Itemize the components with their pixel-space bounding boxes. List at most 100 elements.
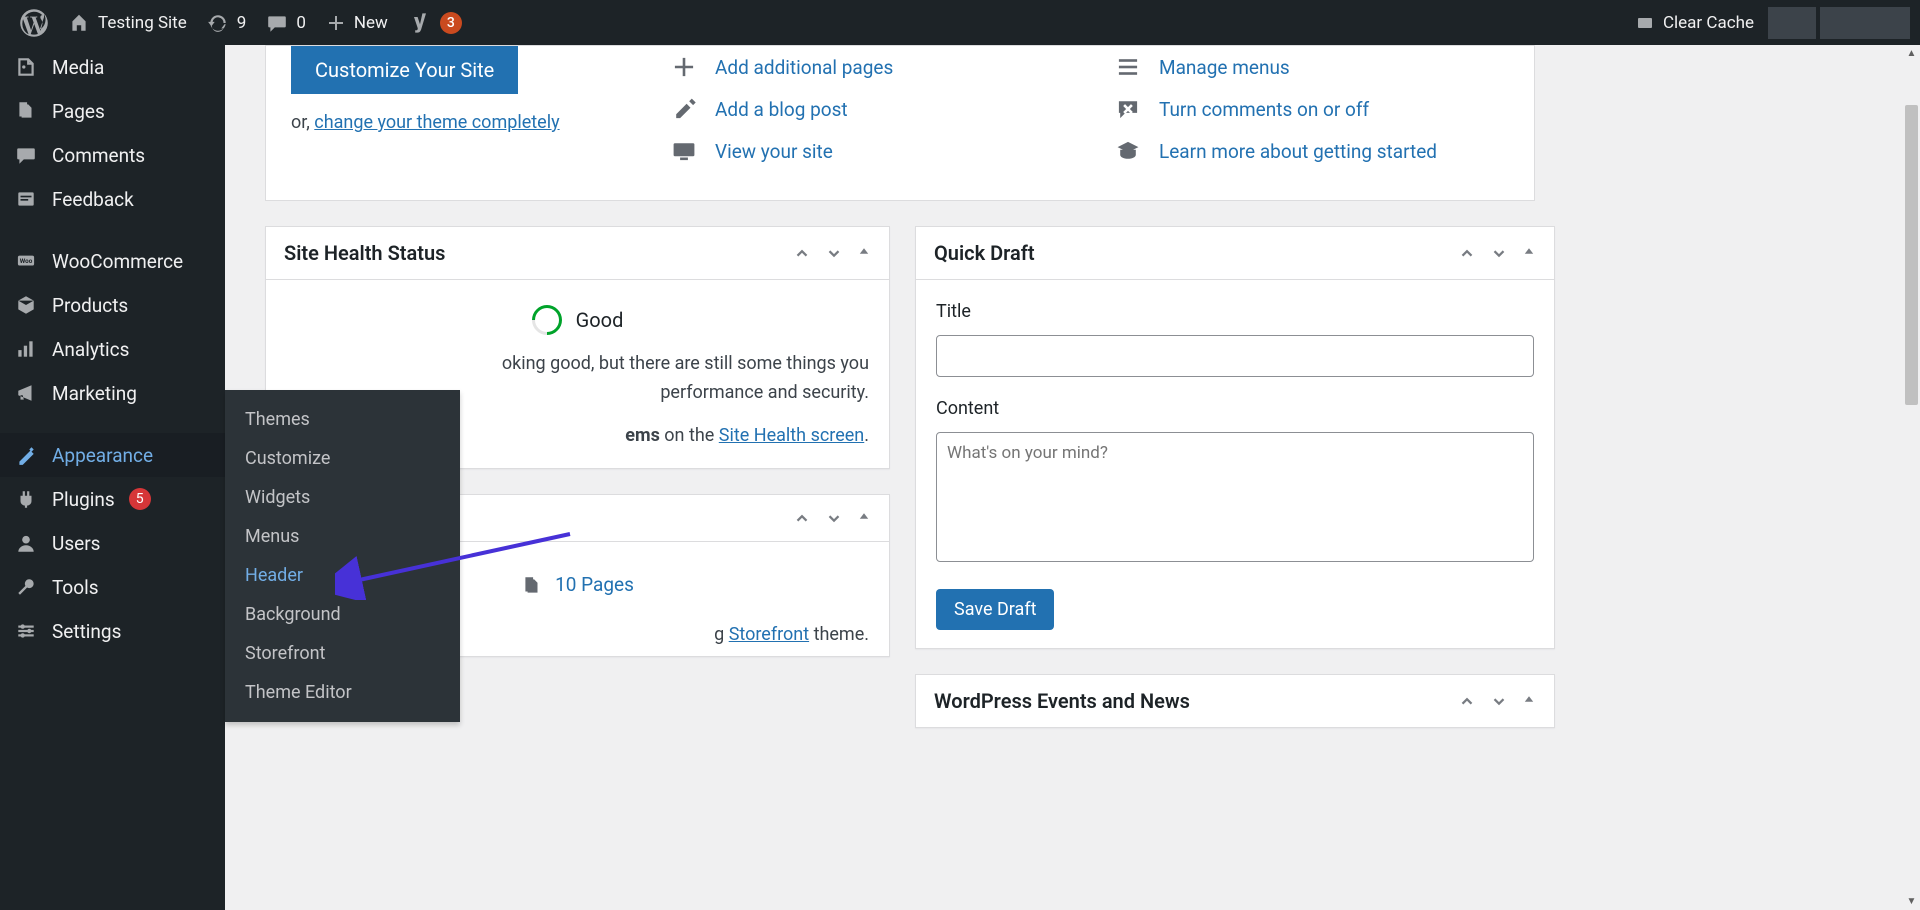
plugins-icon bbox=[14, 487, 38, 511]
comments-off-icon bbox=[1115, 96, 1141, 122]
submenu-item-customize[interactable]: Customize bbox=[225, 439, 460, 478]
submenu-item-menus[interactable]: Menus bbox=[225, 517, 460, 556]
sidebar-label: Comments bbox=[52, 144, 145, 167]
triangle-up-icon bbox=[1522, 692, 1536, 706]
sidebar-item-media[interactable]: Media bbox=[0, 45, 225, 89]
new-label: New bbox=[354, 13, 388, 33]
chevron-up-icon bbox=[793, 509, 811, 527]
sidebar-item-comments[interactable]: Comments bbox=[0, 133, 225, 177]
panel-handle-actions bbox=[793, 509, 871, 527]
submenu-item-widgets[interactable]: Widgets bbox=[225, 478, 460, 517]
submenu-item-themes[interactable]: Themes bbox=[225, 400, 460, 439]
sidebar-label: Marketing bbox=[52, 382, 137, 405]
move-up-button[interactable] bbox=[1458, 692, 1476, 710]
submenu-item-header[interactable]: Header bbox=[225, 556, 460, 595]
yoast-icon bbox=[408, 11, 432, 35]
sidebar-item-tools[interactable]: Tools bbox=[0, 565, 225, 609]
change-theme-link[interactable]: change your theme completely bbox=[314, 112, 559, 133]
sidebar-item-woocommerce[interactable]: Woo WooCommerce bbox=[0, 239, 225, 283]
media-icon bbox=[14, 55, 38, 79]
sidebar-label: Pages bbox=[52, 100, 105, 123]
sidebar-item-analytics[interactable]: Analytics bbox=[0, 327, 225, 371]
panel-handle-actions bbox=[793, 244, 871, 262]
products-icon bbox=[14, 293, 38, 317]
quick-draft-panel: Quick Draft Title Content bbox=[915, 226, 1555, 649]
welcome-manage-menus[interactable]: Manage menus bbox=[1115, 46, 1509, 88]
wp-logo-link[interactable] bbox=[10, 0, 58, 45]
sidebar-item-pages[interactable]: Pages bbox=[0, 89, 225, 133]
new-content-link[interactable]: New bbox=[316, 0, 398, 45]
customize-site-button[interactable]: Customize Your Site bbox=[291, 46, 518, 94]
move-up-button[interactable] bbox=[793, 509, 811, 527]
welcome-learn-more[interactable]: Learn more about getting started bbox=[1115, 130, 1509, 172]
submenu-item-background[interactable]: Background bbox=[225, 595, 460, 634]
toggle-panel-button[interactable] bbox=[1522, 692, 1536, 710]
sidebar-label: Media bbox=[52, 56, 104, 79]
health-status-value: Good bbox=[576, 304, 624, 336]
sidebar-item-plugins[interactable]: Plugins 5 bbox=[0, 477, 225, 521]
save-draft-button[interactable]: Save Draft bbox=[936, 589, 1054, 630]
users-icon bbox=[14, 531, 38, 555]
move-down-button[interactable] bbox=[1490, 692, 1508, 710]
sidebar-label: Appearance bbox=[52, 444, 153, 467]
move-up-button[interactable] bbox=[1458, 244, 1476, 262]
sidebar-label: Plugins bbox=[52, 488, 115, 511]
appearance-submenu: Themes Customize Widgets Menus Header Ba… bbox=[225, 390, 460, 722]
yoast-link[interactable]: 3 bbox=[398, 0, 472, 45]
move-down-button[interactable] bbox=[825, 509, 843, 527]
welcome-view-site[interactable]: View your site bbox=[671, 130, 1065, 172]
scrollbar-up-arrow[interactable]: ▲ bbox=[1903, 45, 1920, 62]
submenu-item-storefront[interactable]: Storefront bbox=[225, 634, 460, 673]
move-down-button[interactable] bbox=[1490, 244, 1508, 262]
move-down-button[interactable] bbox=[825, 244, 843, 262]
comments-link[interactable]: 0 bbox=[256, 0, 316, 45]
health-ring-icon bbox=[525, 299, 567, 341]
chevron-down-icon bbox=[1490, 692, 1508, 710]
storefront-theme-link[interactable]: Storefront bbox=[729, 624, 809, 645]
updates-count: 9 bbox=[237, 13, 247, 33]
site-health-screen-link[interactable]: Site Health screen bbox=[719, 425, 864, 446]
welcome-comments-toggle[interactable]: Turn comments on or off bbox=[1115, 88, 1509, 130]
draft-content-textarea[interactable] bbox=[936, 432, 1534, 562]
sidebar-item-marketing[interactable]: Marketing bbox=[0, 371, 225, 415]
clear-cache-link[interactable]: Clear Cache bbox=[1625, 13, 1764, 33]
welcome-add-blog-post[interactable]: Add a blog post bbox=[671, 88, 1065, 130]
admin-bar-box2[interactable] bbox=[1820, 7, 1910, 39]
toggle-panel-button[interactable] bbox=[857, 509, 871, 527]
learn-icon bbox=[1115, 138, 1141, 164]
sidebar-item-feedback[interactable]: Feedback bbox=[0, 177, 225, 221]
svg-text:Woo: Woo bbox=[20, 257, 33, 265]
toggle-panel-button[interactable] bbox=[857, 244, 871, 262]
welcome-add-pages[interactable]: Add additional pages bbox=[671, 46, 1065, 88]
panel-handle-actions bbox=[1458, 244, 1536, 262]
or-change-theme: or, change your theme completely bbox=[291, 112, 621, 133]
wp-events-title: WordPress Events and News bbox=[934, 689, 1190, 713]
sidebar-item-products[interactable]: Products bbox=[0, 283, 225, 327]
submenu-item-theme-editor[interactable]: Theme Editor bbox=[225, 673, 460, 712]
site-name-link[interactable]: Testing Site bbox=[58, 0, 197, 45]
sidebar-item-appearance[interactable]: Appearance bbox=[0, 433, 225, 477]
chevron-down-icon bbox=[825, 244, 843, 262]
plus-icon bbox=[671, 54, 697, 80]
toggle-panel-button[interactable] bbox=[1522, 244, 1536, 262]
scrollbar-down-arrow[interactable]: ▼ bbox=[1903, 893, 1920, 910]
admin-bar-box1[interactable] bbox=[1768, 7, 1816, 39]
updates-link[interactable]: 9 bbox=[197, 0, 257, 45]
chevron-up-icon bbox=[793, 244, 811, 262]
sidebar-item-users[interactable]: Users bbox=[0, 521, 225, 565]
site-health-title: Site Health Status bbox=[284, 241, 445, 265]
move-up-button[interactable] bbox=[793, 244, 811, 262]
quick-draft-title: Quick Draft bbox=[934, 241, 1035, 265]
woocommerce-icon: Woo bbox=[14, 249, 38, 273]
pages-icon bbox=[521, 575, 543, 597]
wordpress-logo-icon bbox=[20, 9, 48, 37]
draft-title-input[interactable] bbox=[936, 335, 1534, 377]
scrollbar[interactable]: ▲ ▼ bbox=[1903, 45, 1920, 910]
sidebar-label: WooCommerce bbox=[52, 250, 183, 273]
tools-icon bbox=[14, 575, 38, 599]
triangle-up-icon bbox=[1522, 244, 1536, 258]
sidebar-label: Analytics bbox=[52, 338, 129, 361]
sidebar-item-settings[interactable]: Settings bbox=[0, 609, 225, 653]
scrollbar-thumb[interactable] bbox=[1905, 105, 1918, 405]
draft-title-label: Title bbox=[936, 298, 1534, 327]
